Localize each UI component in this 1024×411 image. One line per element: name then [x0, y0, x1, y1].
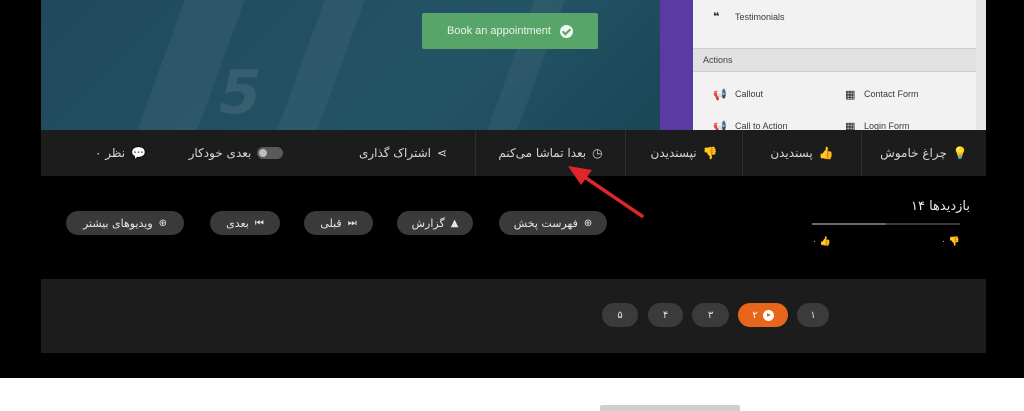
page-2-label: ۲	[752, 309, 758, 321]
megaphone-icon-2: 📢	[713, 120, 727, 130]
watch-later-label: بعدا تماشا می‌کنم	[498, 146, 587, 160]
call-to-action-label: Call to Action	[735, 121, 788, 130]
share-icon: ⋖	[437, 146, 448, 160]
thumbs-down-icon: 👎	[702, 146, 718, 160]
dislikes-count: ۰ 👎	[941, 237, 960, 247]
likes-count: ۰ 👍	[812, 237, 831, 247]
dislike-button[interactable]: نپسندیدن 👎	[625, 130, 742, 176]
view-count: ۱۴ بازدیدها	[910, 199, 970, 214]
like-button[interactable]: پسندیدن 👍	[742, 130, 861, 176]
field-number-graphic: 5	[211, 58, 269, 128]
actions-section-label: Actions	[703, 55, 733, 65]
skip-back-icon: ⏮	[254, 217, 264, 229]
more-videos-label: ویدیوهای بیشتر	[82, 216, 153, 230]
page-1-button[interactable]: ۱	[797, 303, 829, 327]
thumbs-up-icon: 👍	[818, 146, 834, 160]
cropped-text	[600, 405, 740, 411]
pagination-bar	[41, 279, 986, 353]
previous-button[interactable]: قبلی ⏭	[304, 211, 373, 235]
page-background	[0, 378, 1024, 411]
form-icon: ▦	[845, 88, 856, 101]
contact-form-label: Contact Form	[864, 89, 919, 99]
actions-section-header: Actions	[693, 48, 976, 72]
playlist-button[interactable]: فهرست پخش ⊕	[499, 211, 607, 235]
more-videos-button[interactable]: ویدیوهای بیشتر ⊕	[66, 211, 184, 235]
lights-off-label: چراغ خاموش	[880, 146, 947, 160]
playlist-label: فهرست پخش	[513, 216, 578, 230]
thumbs-down-icon-small: 👎	[948, 237, 961, 247]
plus-circle-icon: ⊕	[583, 217, 593, 229]
warning-icon: ▲	[450, 217, 459, 229]
widget-panel: ❝ Testimonials Actions 📢 Callout ▦ Conta…	[693, 0, 976, 130]
report-label: گزارش	[411, 216, 445, 230]
rating-bar	[812, 223, 960, 225]
callout-label: Callout	[735, 89, 764, 99]
login-form-label: Login Form	[864, 121, 910, 130]
login-icon: ▦	[845, 120, 856, 130]
megaphone-icon: 📢	[713, 88, 727, 101]
testimonials-label: Testimonials	[735, 12, 785, 22]
video-action-bar: ۰ نظر 💬 بعدی خودکار اشتراک گذاری ⋖ بعدا …	[41, 130, 986, 176]
plus-circle-icon-2: ⊕	[158, 217, 168, 229]
clock-icon: ◷	[592, 146, 603, 160]
comments-label: ۰ نظر	[94, 146, 126, 160]
book-appointment-label: Book an appointment	[447, 25, 551, 37]
video-preview[interactable]: 5 Book an appointment ❝ Testimonials Act…	[41, 0, 986, 130]
next-label: بعدی	[226, 216, 249, 230]
share-button[interactable]: اشتراک گذاری ⋖	[331, 130, 475, 176]
likes-value: ۰	[812, 237, 817, 247]
previous-label: قبلی	[320, 216, 342, 230]
thumbs-up-icon-small: 👍	[819, 237, 832, 247]
autoplay-toggle[interactable]: بعدی خودکار	[141, 130, 331, 176]
check-circle-icon	[559, 24, 573, 38]
lights-off-button[interactable]: چراغ خاموش 💡	[861, 130, 986, 176]
page-5-button[interactable]: ۵	[602, 303, 638, 327]
page: 5 Book an appointment ❝ Testimonials Act…	[0, 0, 1024, 411]
page-4-button[interactable]: ۴	[648, 303, 683, 327]
page-3-button[interactable]: ۳	[692, 303, 729, 327]
play-icon	[762, 309, 774, 321]
report-button[interactable]: گزارش ▲	[397, 211, 473, 235]
page-2-button[interactable]: ۲	[738, 303, 788, 327]
lightbulb-icon: 💡	[952, 146, 968, 160]
dislike-label: نپسندیدن	[650, 146, 697, 160]
like-label: پسندیدن	[770, 146, 813, 160]
quote-icon: ❝	[713, 10, 720, 23]
skip-forward-icon: ⏭	[347, 217, 357, 229]
toggle-switch[interactable]	[257, 147, 284, 159]
next-button[interactable]: بعدی ⏮	[210, 211, 280, 235]
watch-later-button[interactable]: بعدا تماشا می‌کنم ◷	[475, 130, 625, 176]
scrollbar-strip	[976, 0, 986, 130]
autoplay-label: بعدی خودکار	[188, 146, 252, 160]
share-label: اشتراک گذاری	[358, 146, 431, 160]
dislikes-value: ۰	[941, 237, 946, 247]
book-appointment-button[interactable]: Book an appointment	[422, 13, 598, 49]
